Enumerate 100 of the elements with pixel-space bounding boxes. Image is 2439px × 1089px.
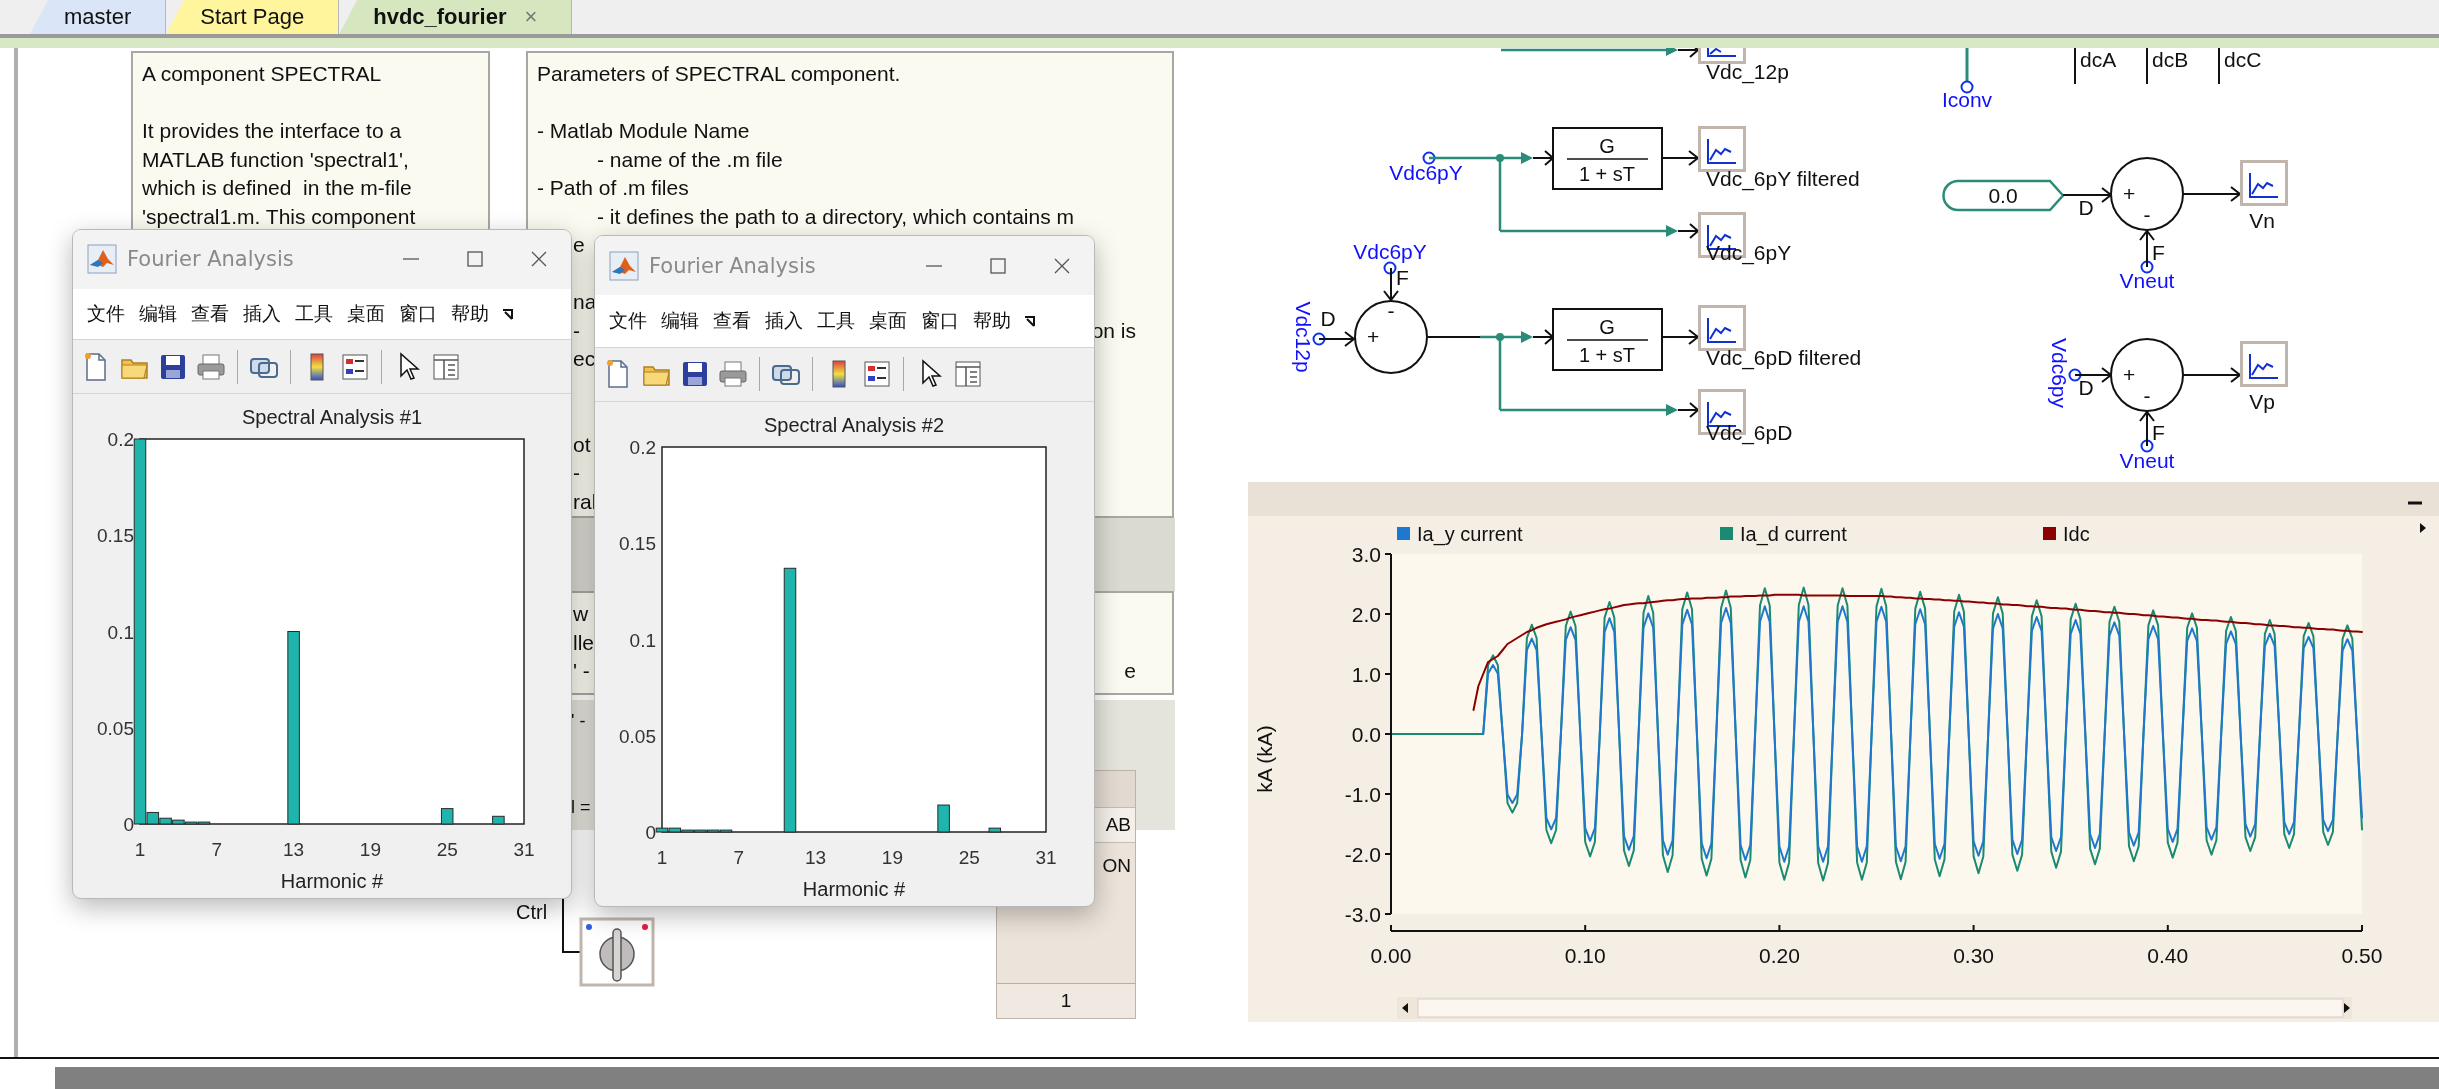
rotary-switch-icon[interactable] (579, 917, 655, 987)
axis-tick-label: 2.0 (1351, 603, 1381, 626)
window-title: Fourier Analysis (649, 253, 816, 278)
tab[interactable]: master (30, 0, 167, 34)
menu-item[interactable]: 编辑 (659, 305, 701, 336)
menu-item[interactable]: 桌面 (345, 298, 387, 329)
axis-tick-label: 1.0 (1351, 663, 1381, 686)
minimize-icon (403, 258, 419, 261)
signal-label: Vdc6py (2048, 338, 2071, 408)
chart-title: Spectral Analysis #1 (241, 406, 423, 428)
menu-item[interactable]: 帮助 (449, 298, 491, 329)
transfer-function-block: G 1 + sT (1552, 308, 1663, 371)
menu-item[interactable]: 查看 (711, 305, 753, 336)
bus-line (2218, 48, 2220, 85)
axis-tick-label: 0.15 (619, 533, 656, 555)
scope-label: Vp (2249, 390, 2275, 413)
menu-item[interactable]: 查看 (189, 298, 231, 329)
note-text: which is defined in the m-file (142, 175, 412, 201)
panel-state-text: ON (1102, 855, 1131, 877)
axis-tick-label: 0 (645, 822, 656, 843)
signal-pin (2140, 439, 2154, 453)
horizontal-scrollbar[interactable] (1397, 997, 2352, 1019)
junction-dot (1496, 333, 1504, 341)
scope-label: Vdc_6pD (1706, 421, 1793, 444)
menu-item[interactable]: 插入 (763, 305, 805, 336)
menu-item[interactable]: 插入 (241, 298, 283, 329)
constant-block: 0.0 (1942, 179, 2065, 212)
note-text: lle (573, 629, 594, 656)
tab[interactable]: Start Page (166, 0, 340, 34)
note-text: - Path of .m files (537, 175, 689, 201)
bus-line (2074, 48, 2076, 85)
scope-icon (2240, 341, 2288, 387)
axis-tick-label: -1.0 (1344, 783, 1381, 806)
axis-tick-label: 0.50 (2341, 944, 2383, 967)
note-text: - name of the .m file (597, 146, 783, 173)
menu-item[interactable]: 窗口 (397, 298, 439, 329)
menu-item[interactable]: 桌面 (867, 305, 909, 336)
note-text: - (573, 460, 580, 486)
maximize-icon (988, 255, 1008, 276)
expand-arrow-icon[interactable] (2420, 523, 2426, 533)
note-text: Parameters of SPECTRAL component. (537, 61, 901, 87)
axis-tick-label: 0 (123, 814, 134, 835)
signal-pin (2068, 368, 2082, 382)
axis-tick-label: 0.2 (107, 429, 134, 450)
scope-label: Vn (2249, 209, 2275, 232)
menu-item[interactable]: 工具 (815, 305, 857, 336)
axis-tick-label: 13 (283, 839, 305, 860)
legend-swatch (2043, 527, 2056, 540)
minimize-icon[interactable] (2408, 501, 2422, 505)
note-text: - it defines the path to a directory, which contains m (597, 203, 1074, 230)
axis-tick-label: 1 (656, 847, 668, 868)
sign-label: - (1387, 299, 1395, 322)
axis-tick-label: 1 (134, 839, 146, 860)
axis-tick-label: 0.2 (629, 437, 656, 458)
legend-label[interactable]: Ia_y current (1417, 523, 1523, 545)
scope-icon (1698, 305, 1746, 351)
axis-tick-label: 19 (881, 847, 903, 868)
menu-item[interactable]: 窗口 (919, 305, 961, 336)
note-text: - Matlab Module Name (537, 118, 750, 144)
tab-close-button[interactable]: × (524, 4, 538, 30)
menu-item[interactable]: 文件 (607, 305, 649, 336)
maximize-icon (465, 249, 485, 270)
horizontal-scrollbar[interactable] (55, 1067, 2439, 1089)
bar (440, 808, 454, 825)
legend-swatch (1397, 527, 1410, 540)
menu-item[interactable]: 工具 (293, 298, 335, 329)
port-label: D (1320, 307, 1336, 330)
legend-label[interactable]: Idc (2063, 523, 2090, 545)
signal-arrow (1661, 150, 1700, 166)
legend-swatch (1720, 527, 1733, 540)
sign-label: - (2143, 384, 2151, 407)
tab[interactable]: hvdc_fourier × (339, 0, 573, 34)
legend-label[interactable]: Ia_d current (1740, 523, 1847, 545)
axis-tick-label: 0.0 (1351, 723, 1381, 746)
axis-tick-label: 0.10 (1564, 944, 1606, 967)
axis-tick-label: 0.30 (1953, 944, 1995, 967)
junction-dot (1496, 154, 1504, 162)
menu-item[interactable]: 文件 (85, 298, 127, 329)
bar (937, 804, 950, 833)
axis-tick-label: 0.15 (97, 525, 134, 547)
note-text: It provides the interface to a (142, 118, 402, 144)
scope-icon (1698, 48, 1746, 64)
axis-tick-label: 25 (958, 847, 980, 868)
menu-item[interactable]: 编辑 (137, 298, 179, 329)
axis-tick-label: 25 (436, 839, 458, 860)
signal-wire (562, 898, 582, 953)
note-text: e (1124, 658, 1137, 684)
note-text: ec (573, 346, 596, 372)
axis-tick-label: 31 (513, 839, 535, 860)
signal-label: Vneut (2119, 449, 2175, 472)
note-text: MATLAB function 'spectral1', (142, 146, 409, 173)
axis-title: Harmonic # (280, 870, 384, 892)
scope-label: Vdc_6pD filtered (1706, 346, 1862, 369)
signal-label: Iconv (1941, 88, 1993, 111)
note-text: ot (573, 431, 591, 458)
app-logo-icon (87, 244, 117, 275)
axis-tick-label: 0.20 (1758, 944, 1800, 967)
menu-item[interactable]: 帮助 (971, 305, 1013, 336)
window-title: Fourier Analysis (127, 247, 294, 272)
axis-tick-label: -2.0 (1344, 843, 1381, 866)
